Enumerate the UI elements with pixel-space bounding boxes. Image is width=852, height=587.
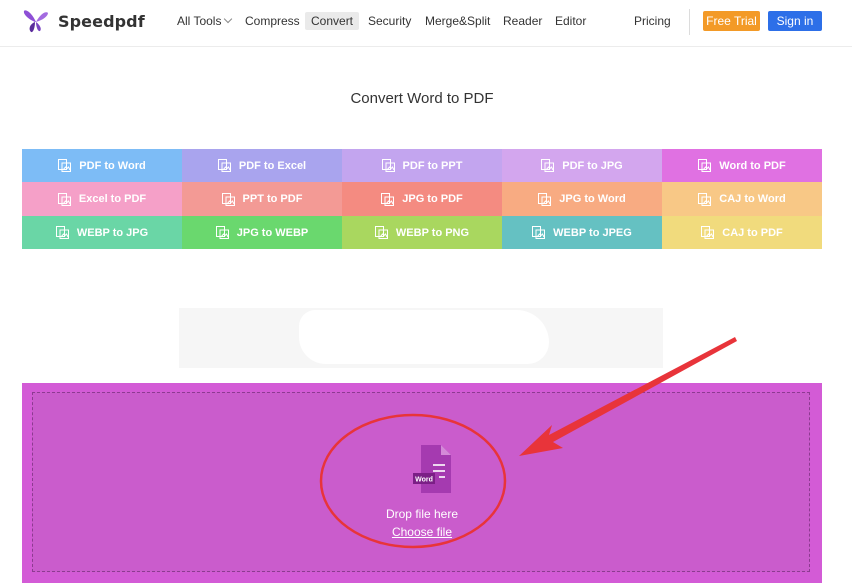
document-image-icon: [698, 159, 712, 172]
tool-label: PPT to PDF: [242, 193, 303, 205]
tool-word-to-pdf[interactable]: Word to PDF: [662, 149, 822, 182]
tool-label: JPG to WEBP: [236, 226, 309, 239]
tool-pdf-to-word[interactable]: PDF to Word: [22, 149, 182, 182]
tool-jpg-to-webp[interactable]: JPG to WEBP: [182, 216, 342, 249]
file-icon-label: Word: [415, 477, 433, 484]
document-image-icon: [217, 159, 231, 172]
ad-banner-placeholder: [179, 308, 663, 368]
document-image-icon: [701, 226, 715, 239]
tool-jpg-to-word[interactable]: JPG to Word: [502, 182, 662, 216]
tool-pdf-to-jpg[interactable]: PDF to JPG: [502, 149, 662, 182]
header-divider: [689, 9, 690, 35]
tool-label: CAJ to Word: [719, 193, 786, 205]
tool-label: Excel to PDF: [78, 193, 147, 205]
tool-caj-to-pdf[interactable]: CAJ to PDF: [662, 216, 822, 249]
tool-label: CAJ to PDF: [722, 226, 783, 239]
document-image-icon: [698, 192, 712, 206]
document-image-icon: [55, 226, 69, 239]
document-image-icon: [58, 159, 72, 172]
drop-zone-dashed-area[interactable]: Word Drop file here Choose file: [32, 392, 810, 572]
tool-pdf-to-excel[interactable]: PDF to Excel: [182, 149, 342, 182]
tool-ppt-to-pdf[interactable]: PPT to PDF: [182, 182, 342, 216]
brand-name: Speedpdf: [58, 11, 145, 31]
tool-label: JPG to Word: [559, 193, 626, 205]
chevron-down-icon: [224, 14, 233, 24]
nav-all-tools-label: All Tools: [177, 14, 222, 28]
document-image-icon: [57, 192, 71, 206]
tool-label: WEBP to JPEG: [553, 226, 632, 239]
tool-jpg-to-pdf[interactable]: JPG to PDF: [342, 182, 502, 216]
tool-webp-to-jpg[interactable]: WEBP to JPG: [22, 216, 182, 249]
tool-label: PDF to JPG: [562, 159, 623, 172]
tool-label: PDF to PPT: [402, 159, 463, 172]
tool-label: WEBP to JPG: [76, 226, 149, 239]
tool-label: PDF to Excel: [238, 159, 307, 172]
word-file-icon: Word: [413, 445, 451, 493]
tool-label: WEBP to PNG: [395, 226, 470, 239]
free-trial-button[interactable]: Free Trial: [703, 11, 760, 31]
tool-caj-to-word[interactable]: CAJ to Word: [662, 182, 822, 216]
tools-grid: PDF to Word PDF to Excel PDF to PPT PDF …: [22, 149, 822, 249]
document-image-icon: [374, 226, 388, 239]
document-image-icon: [541, 159, 555, 172]
tool-webp-to-jpeg[interactable]: WEBP to JPEG: [502, 216, 662, 249]
upload-drop-zone[interactable]: Word Drop file here Choose file: [22, 383, 822, 583]
sign-in-button[interactable]: Sign in: [768, 11, 822, 31]
nav-reader[interactable]: Reader: [497, 12, 548, 30]
document-image-icon: [532, 226, 546, 239]
document-image-icon: [381, 159, 395, 172]
nav-convert[interactable]: Convert: [305, 12, 360, 30]
top-header: Speedpdf All Tools Compress Convert Secu…: [0, 0, 852, 47]
tool-label: Word to PDF: [719, 159, 786, 172]
drop-file-text: Drop file here: [385, 507, 459, 521]
butterfly-logo-icon: [23, 10, 48, 33]
brand-logo[interactable]: Speedpdf: [22, 7, 145, 35]
document-image-icon: [221, 192, 235, 206]
document-image-icon: [215, 226, 229, 239]
page-title: Convert Word to PDF: [350, 90, 494, 107]
tool-label: JPG to PDF: [402, 193, 463, 205]
nav-all-tools[interactable]: All Tools: [171, 12, 237, 30]
tool-webp-to-png[interactable]: WEBP to PNG: [342, 216, 502, 249]
document-image-icon: [381, 192, 395, 206]
choose-file-link[interactable]: Choose file: [33, 525, 811, 539]
tool-label: PDF to Word: [79, 159, 146, 172]
redacted-area: [299, 310, 549, 364]
tool-excel-to-pdf[interactable]: Excel to PDF: [22, 182, 182, 216]
nav-security[interactable]: Security: [362, 12, 417, 30]
nav-compress[interactable]: Compress: [239, 12, 306, 30]
nav-editor[interactable]: Editor: [549, 12, 592, 30]
tool-pdf-to-ppt[interactable]: PDF to PPT: [342, 149, 502, 182]
nav-pricing[interactable]: Pricing: [628, 12, 677, 30]
document-image-icon: [538, 192, 552, 206]
nav-merge-split[interactable]: Merge&Split: [419, 12, 496, 30]
